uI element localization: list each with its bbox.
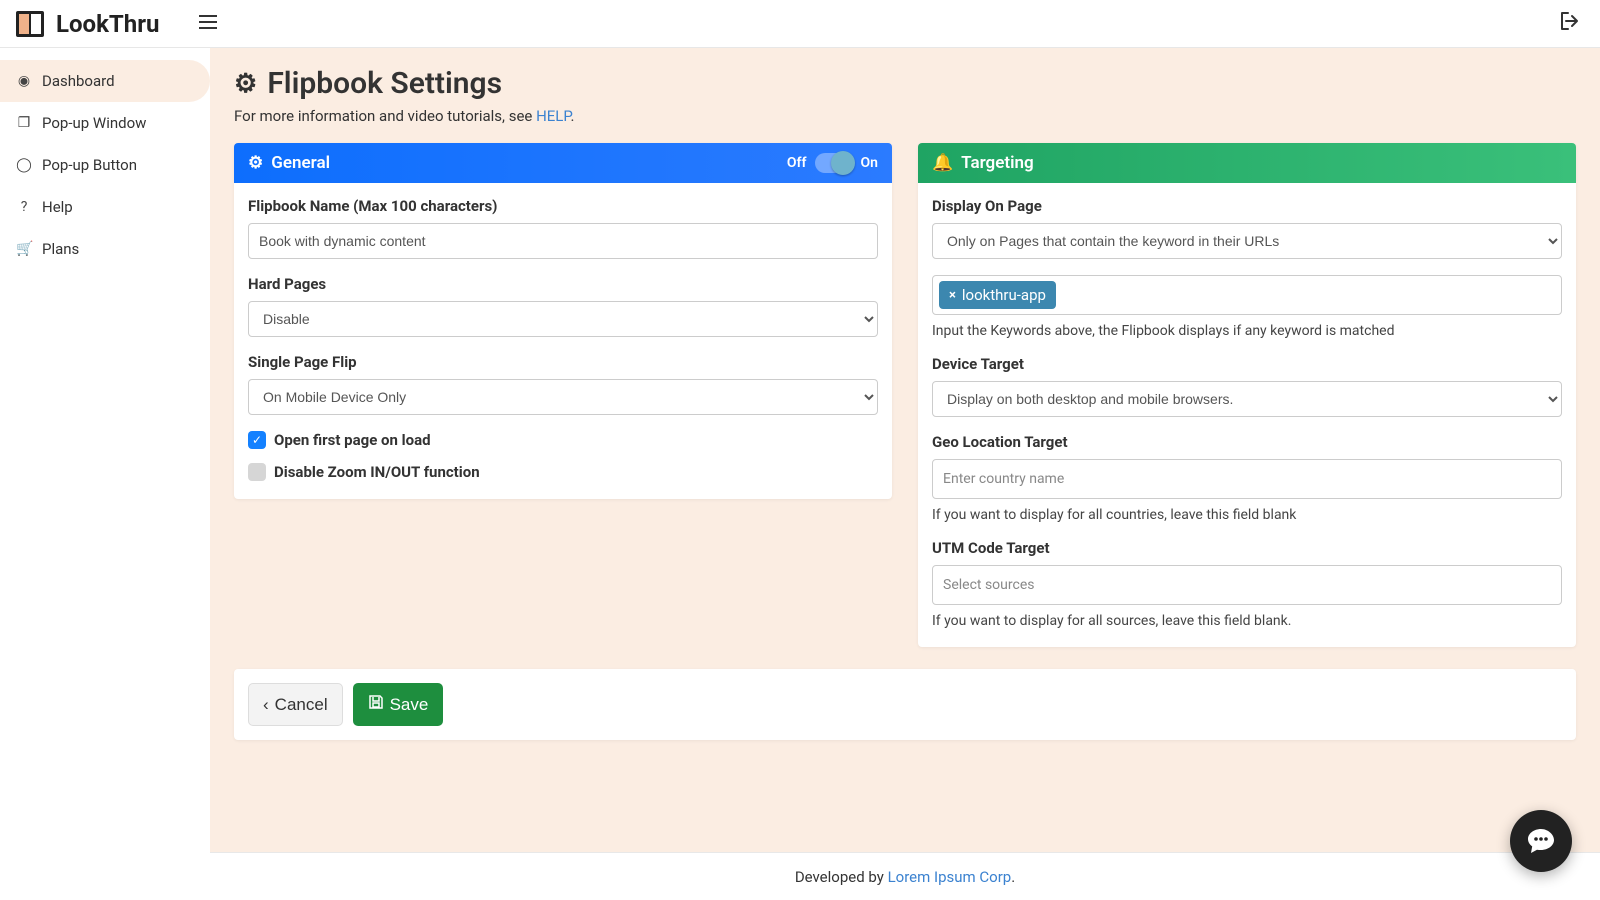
brand-logo[interactable]: LookThru — [12, 6, 159, 42]
panel-title: General — [271, 153, 330, 173]
brand-name: LookThru — [56, 10, 159, 38]
device-target-label: Device Target — [932, 355, 1562, 373]
page-title: ⚙ Flipbook Settings — [234, 66, 1576, 101]
dashboard-icon: ◉ — [16, 73, 32, 89]
flipbook-name-input[interactable] — [248, 223, 878, 259]
chat-icon — [1525, 825, 1557, 857]
geo-target-input[interactable]: Enter country name — [932, 459, 1562, 499]
help-icon: ? — [16, 199, 32, 215]
sidebar-item-plans[interactable]: 🛒 Plans — [0, 228, 210, 270]
page-title-text: Flipbook Settings — [267, 66, 502, 101]
utm-help: If you want to display for all sources, … — [932, 613, 1562, 629]
flipbook-name-label: Flipbook Name (Max 100 characters) — [248, 197, 878, 215]
hard-pages-select[interactable]: Disable — [248, 301, 878, 337]
utm-target-input[interactable]: Select sources — [932, 565, 1562, 605]
display-page-select[interactable]: Only on Pages that contain the keyword i… — [932, 223, 1562, 259]
save-button[interactable]: Save — [353, 683, 444, 726]
panel-header-general: ⚙ General Off On — [234, 143, 892, 183]
panel-header-targeting: 🔔 Targeting — [918, 143, 1576, 183]
remove-tag-icon[interactable]: × — [949, 288, 956, 303]
cancel-button[interactable]: ‹ Cancel — [248, 683, 343, 726]
sidebar-item-popup-button[interactable]: ◯ Pop-up Button — [0, 144, 210, 186]
chevron-left-icon: ‹ — [263, 695, 269, 715]
sidebar-item-label: Pop-up Window — [42, 114, 146, 132]
keyword-tag: × lookthru-app — [939, 281, 1056, 309]
display-page-label: Display On Page — [932, 197, 1562, 215]
keyword-help: Input the Keywords above, the Flipbook d… — [932, 323, 1562, 339]
action-bar: ‹ Cancel Save — [234, 669, 1576, 740]
tag-text: lookthru-app — [962, 286, 1046, 304]
topbar: LookThru — [0, 0, 1600, 48]
geo-help: If you want to display for all countries… — [932, 507, 1562, 523]
signout-icon[interactable] — [1560, 12, 1580, 35]
footer: Developed by Lorem Ipsum Corp. — [210, 852, 1600, 900]
sidebar-item-label: Help — [42, 198, 73, 216]
cart-icon: 🛒 — [16, 241, 32, 257]
chat-widget[interactable] — [1510, 810, 1572, 872]
window-icon: ❐ — [16, 115, 32, 131]
disable-zoom-label: Disable Zoom IN/OUT function — [274, 463, 480, 481]
geo-target-label: Geo Location Target — [932, 433, 1562, 451]
footer-link[interactable]: Lorem Ipsum Corp — [888, 868, 1012, 886]
open-first-checkbox[interactable]: ✓ — [248, 431, 266, 449]
keyword-tag-input[interactable]: × lookthru-app — [932, 275, 1562, 315]
sidebar-item-label: Pop-up Button — [42, 156, 137, 174]
toggle-off-label: Off — [787, 155, 807, 171]
disable-zoom-checkbox[interactable]: ✓ — [248, 463, 266, 481]
sidebar-item-popup-window[interactable]: ❐ Pop-up Window — [0, 102, 210, 144]
single-flip-label: Single Page Flip — [248, 353, 878, 371]
cogs-icon: ⚙ — [248, 153, 263, 173]
utm-target-label: UTM Code Target — [932, 539, 1562, 557]
bell-icon: 🔔 — [932, 153, 953, 173]
toggle-on-label: On — [861, 155, 878, 171]
utm-placeholder: Select sources — [939, 577, 1034, 593]
geo-placeholder: Enter country name — [939, 471, 1064, 487]
gear-icon: ⚙ — [234, 69, 257, 99]
sidebar-item-label: Dashboard — [42, 72, 115, 90]
sidebar-item-help[interactable]: ? Help — [0, 186, 210, 228]
panel-general: ⚙ General Off On Flipbook Name (Max 100 … — [234, 143, 892, 499]
book-icon — [12, 6, 48, 42]
general-toggle[interactable]: Off On — [787, 153, 878, 173]
help-link[interactable]: HELP — [536, 107, 570, 125]
sidebar-item-label: Plans — [42, 240, 79, 258]
panel-title: Targeting — [961, 153, 1033, 173]
sidebar-item-dashboard[interactable]: ◉ Dashboard — [0, 60, 210, 102]
topbar-left: LookThru — [12, 6, 217, 42]
main-content: ⚙ Flipbook Settings For more information… — [210, 48, 1600, 852]
panel-targeting: 🔔 Targeting Display On Page Only on Page… — [918, 143, 1576, 647]
button-icon: ◯ — [16, 157, 32, 173]
open-first-label: Open first page on load — [274, 431, 431, 449]
hamburger-icon[interactable] — [199, 13, 217, 34]
toggle-switch[interactable] — [815, 153, 853, 173]
page-subtext: For more information and video tutorials… — [234, 107, 1576, 125]
device-target-select[interactable]: Display on both desktop and mobile brows… — [932, 381, 1562, 417]
save-icon — [368, 694, 384, 715]
sidebar: ◉ Dashboard ❐ Pop-up Window ◯ Pop-up But… — [0, 48, 210, 852]
single-flip-select[interactable]: On Mobile Device Only — [248, 379, 878, 415]
hard-pages-label: Hard Pages — [248, 275, 878, 293]
